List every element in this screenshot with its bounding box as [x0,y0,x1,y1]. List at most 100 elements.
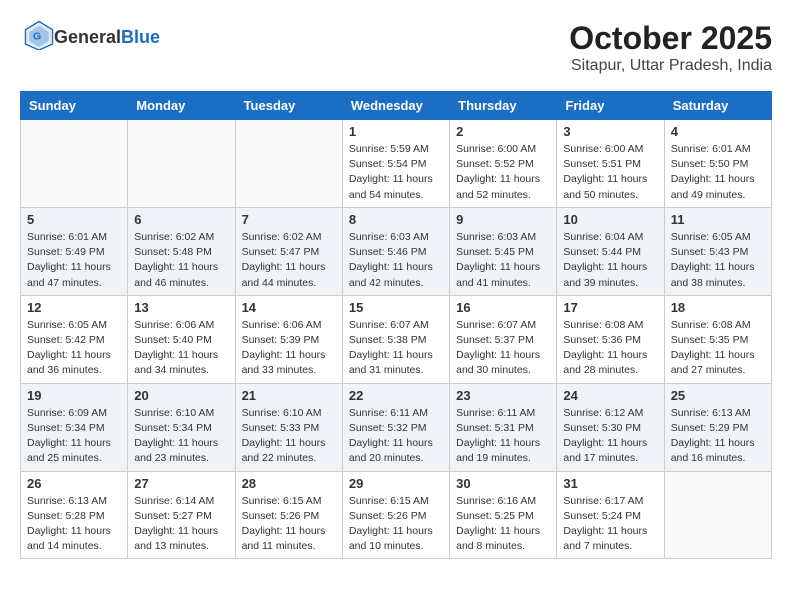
weekday-header-saturday: Saturday [664,92,771,120]
day-number: 19 [27,388,121,403]
calendar-cell: 26 Sunrise: 6:13 AM Sunset: 5:28 PM Dayli… [21,471,128,559]
weekday-header-friday: Friday [557,92,664,120]
day-info: Sunrise: 6:15 AM Sunset: 5:26 PM Dayligh… [242,494,336,555]
day-number: 28 [242,476,336,491]
calendar-cell: 3 Sunrise: 6:00 AM Sunset: 5:51 PM Daylig… [557,120,664,208]
day-number: 5 [27,212,121,227]
calendar-week-4: 19 Sunrise: 6:09 AM Sunset: 5:34 PM Dayli… [21,383,772,471]
calendar-cell: 10 Sunrise: 6:04 AM Sunset: 5:44 PM Dayli… [557,207,664,295]
day-number: 29 [349,476,443,491]
logo: G GeneralBlue [20,20,160,55]
weekday-header-monday: Monday [128,92,235,120]
calendar-cell: 17 Sunrise: 6:08 AM Sunset: 5:36 PM Dayli… [557,295,664,383]
day-info: Sunrise: 6:03 AM Sunset: 5:46 PM Dayligh… [349,230,443,291]
page-header: G GeneralBlue October 2025 Sitapur, Utta… [20,20,772,75]
day-number: 25 [671,388,765,403]
calendar-cell: 28 Sunrise: 6:15 AM Sunset: 5:26 PM Dayli… [235,471,342,559]
day-number: 27 [134,476,228,491]
title-block: October 2025 Sitapur, Uttar Pradesh, Ind… [569,20,772,75]
calendar-week-3: 12 Sunrise: 6:05 AM Sunset: 5:42 PM Dayli… [21,295,772,383]
day-number: 10 [563,212,657,227]
day-info: Sunrise: 6:10 AM Sunset: 5:33 PM Dayligh… [242,406,336,467]
day-number: 3 [563,124,657,139]
day-number: 4 [671,124,765,139]
day-number: 9 [456,212,550,227]
calendar-cell: 22 Sunrise: 6:11 AM Sunset: 5:32 PM Dayli… [342,383,449,471]
day-info: Sunrise: 6:02 AM Sunset: 5:48 PM Dayligh… [134,230,228,291]
day-info: Sunrise: 6:11 AM Sunset: 5:32 PM Dayligh… [349,406,443,467]
calendar-cell: 2 Sunrise: 6:00 AM Sunset: 5:52 PM Daylig… [450,120,557,208]
day-number: 20 [134,388,228,403]
day-number: 15 [349,300,443,315]
day-info: Sunrise: 6:07 AM Sunset: 5:38 PM Dayligh… [349,318,443,379]
day-number: 17 [563,300,657,315]
day-info: Sunrise: 6:05 AM Sunset: 5:42 PM Dayligh… [27,318,121,379]
day-number: 26 [27,476,121,491]
day-info: Sunrise: 6:13 AM Sunset: 5:29 PM Dayligh… [671,406,765,467]
day-info: Sunrise: 6:17 AM Sunset: 5:24 PM Dayligh… [563,494,657,555]
day-info: Sunrise: 6:11 AM Sunset: 5:31 PM Dayligh… [456,406,550,467]
day-info: Sunrise: 6:08 AM Sunset: 5:35 PM Dayligh… [671,318,765,379]
day-info: Sunrise: 6:01 AM Sunset: 5:50 PM Dayligh… [671,142,765,203]
calendar-cell: 1 Sunrise: 5:59 AM Sunset: 5:54 PM Daylig… [342,120,449,208]
day-number: 11 [671,212,765,227]
calendar-cell: 21 Sunrise: 6:10 AM Sunset: 5:33 PM Dayli… [235,383,342,471]
day-info: Sunrise: 6:08 AM Sunset: 5:36 PM Dayligh… [563,318,657,379]
calendar-table: SundayMondayTuesdayWednesdayThursdayFrid… [20,91,772,559]
day-number: 12 [27,300,121,315]
day-info: Sunrise: 5:59 AM Sunset: 5:54 PM Dayligh… [349,142,443,203]
calendar-week-1: 1 Sunrise: 5:59 AM Sunset: 5:54 PM Daylig… [21,120,772,208]
day-number: 14 [242,300,336,315]
page-title: October 2025 [569,20,772,57]
day-number: 16 [456,300,550,315]
day-number: 24 [563,388,657,403]
calendar-cell: 30Sunrise: 6:16 AM Sunset: 5:25 PM Dayli… [450,471,557,559]
day-number: 2 [456,124,550,139]
weekday-header-row: SundayMondayTuesdayWednesdayThursdayFrid… [21,92,772,120]
calendar-cell: 15 Sunrise: 6:07 AM Sunset: 5:38 PM Dayli… [342,295,449,383]
weekday-header-sunday: Sunday [21,92,128,120]
calendar-cell: 31Sunrise: 6:17 AM Sunset: 5:24 PM Dayli… [557,471,664,559]
calendar-cell: 7 Sunrise: 6:02 AM Sunset: 5:47 PM Daylig… [235,207,342,295]
calendar-cell: 20 Sunrise: 6:10 AM Sunset: 5:34 PM Dayli… [128,383,235,471]
day-number: 22 [349,388,443,403]
logo-text-blue: Blue [121,27,160,47]
day-info: Sunrise: 6:04 AM Sunset: 5:44 PM Dayligh… [563,230,657,291]
day-info: Sunrise: 6:02 AM Sunset: 5:47 PM Dayligh… [242,230,336,291]
calendar-cell: 12 Sunrise: 6:05 AM Sunset: 5:42 PM Dayli… [21,295,128,383]
calendar-cell: 19 Sunrise: 6:09 AM Sunset: 5:34 PM Dayli… [21,383,128,471]
calendar-cell [235,120,342,208]
calendar-cell: 5 Sunrise: 6:01 AM Sunset: 5:49 PM Daylig… [21,207,128,295]
calendar-cell: 8Sunrise: 6:03 AM Sunset: 5:46 PM Daylig… [342,207,449,295]
svg-text:G: G [33,31,41,43]
weekday-header-wednesday: Wednesday [342,92,449,120]
day-info: Sunrise: 6:05 AM Sunset: 5:43 PM Dayligh… [671,230,765,291]
calendar-week-5: 26 Sunrise: 6:13 AM Sunset: 5:28 PM Dayli… [21,471,772,559]
day-info: Sunrise: 6:06 AM Sunset: 5:39 PM Dayligh… [242,318,336,379]
day-number: 18 [671,300,765,315]
calendar-cell: 14 Sunrise: 6:06 AM Sunset: 5:39 PM Dayli… [235,295,342,383]
calendar-cell: 13Sunrise: 6:06 AM Sunset: 5:40 PM Dayli… [128,295,235,383]
calendar-cell: 6 Sunrise: 6:02 AM Sunset: 5:48 PM Daylig… [128,207,235,295]
calendar-cell: 18 Sunrise: 6:08 AM Sunset: 5:35 PM Dayli… [664,295,771,383]
day-info: Sunrise: 6:09 AM Sunset: 5:34 PM Dayligh… [27,406,121,467]
calendar-cell: 4 Sunrise: 6:01 AM Sunset: 5:50 PM Daylig… [664,120,771,208]
calendar-cell: 29 Sunrise: 6:15 AM Sunset: 5:26 PM Dayli… [342,471,449,559]
day-number: 21 [242,388,336,403]
calendar-cell: 11 Sunrise: 6:05 AM Sunset: 5:43 PM Dayli… [664,207,771,295]
day-info: Sunrise: 6:00 AM Sunset: 5:52 PM Dayligh… [456,142,550,203]
day-number: 7 [242,212,336,227]
day-number: 6 [134,212,228,227]
logo-icon: G [24,20,54,50]
calendar-cell [128,120,235,208]
weekday-header-thursday: Thursday [450,92,557,120]
calendar-cell [21,120,128,208]
calendar-cell: 16Sunrise: 6:07 AM Sunset: 5:37 PM Dayli… [450,295,557,383]
day-info: Sunrise: 6:10 AM Sunset: 5:34 PM Dayligh… [134,406,228,467]
day-info: Sunrise: 6:06 AM Sunset: 5:40 PM Dayligh… [134,318,228,379]
day-info: Sunrise: 6:15 AM Sunset: 5:26 PM Dayligh… [349,494,443,555]
day-info: Sunrise: 6:13 AM Sunset: 5:28 PM Dayligh… [27,494,121,555]
day-number: 1 [349,124,443,139]
day-info: Sunrise: 6:01 AM Sunset: 5:49 PM Dayligh… [27,230,121,291]
day-info: Sunrise: 6:00 AM Sunset: 5:51 PM Dayligh… [563,142,657,203]
